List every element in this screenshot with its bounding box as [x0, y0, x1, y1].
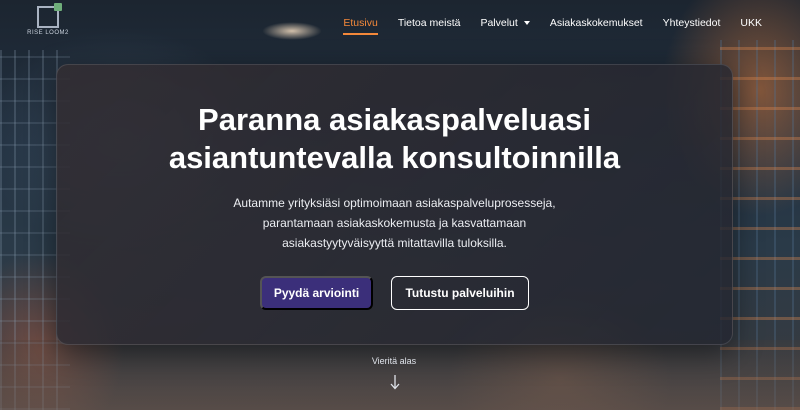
nav-item-asiakaskokemukset[interactable]: Asiakaskokemukset	[550, 17, 643, 29]
nav-item-palvelut-label: Palvelut	[480, 17, 518, 29]
hero-title-line-2: asiantuntevalla konsultoinnilla	[168, 140, 621, 175]
arrow-down-icon[interactable]	[389, 374, 401, 390]
nav-item-etusivu[interactable]: Etusivu	[343, 17, 379, 35]
nav-item-tietoa-meista[interactable]: Tietoa meistä	[398, 17, 461, 29]
scroll-down-label[interactable]: Vieritä alas	[344, 356, 444, 366]
chevron-down-icon	[523, 21, 530, 25]
request-assessment-button[interactable]: Pyydä arviointi	[260, 276, 373, 310]
logo-icon	[37, 3, 62, 28]
hero-actions: Pyydä arviointi Tutustu palveluihin	[57, 276, 732, 310]
nav-menu: Etusivu Tietoa meistä Palvelut Asiakasko…	[343, 0, 762, 46]
hero-subtitle-line-1: Autamme yrityksiäsi optimoimaan asiakasp…	[233, 196, 556, 210]
nav-item-palvelut[interactable]: Palvelut	[480, 17, 530, 29]
hero-subtitle: Autamme yrityksiäsi optimoimaan asiakasp…	[57, 193, 732, 253]
logo-text: RISE LOOM2	[27, 30, 69, 36]
hero-subtitle-line-3: asiakastyytyväisyyttä mitattavilla tulok…	[282, 236, 507, 250]
hero-card: Paranna asiakaspalveluasi asiantuntevall…	[56, 64, 733, 345]
brand-logo[interactable]: RISE LOOM2	[27, 3, 69, 42]
hero-title: Paranna asiakaspalveluasi asiantuntevall…	[57, 101, 732, 177]
explore-services-button[interactable]: Tutustu palveluihin	[391, 276, 529, 310]
hero-title-line-1: Paranna asiakaspalveluasi	[198, 102, 591, 137]
nav-item-yhteystiedot[interactable]: Yhteystiedot	[663, 17, 721, 29]
navbar: RISE LOOM2 Etusivu Tietoa meistä Palvelu…	[0, 0, 800, 46]
nav-item-ukk[interactable]: UKK	[740, 17, 762, 29]
hero-subtitle-line-2: parantamaan asiakaskokemusta ja kasvatta…	[262, 216, 527, 230]
